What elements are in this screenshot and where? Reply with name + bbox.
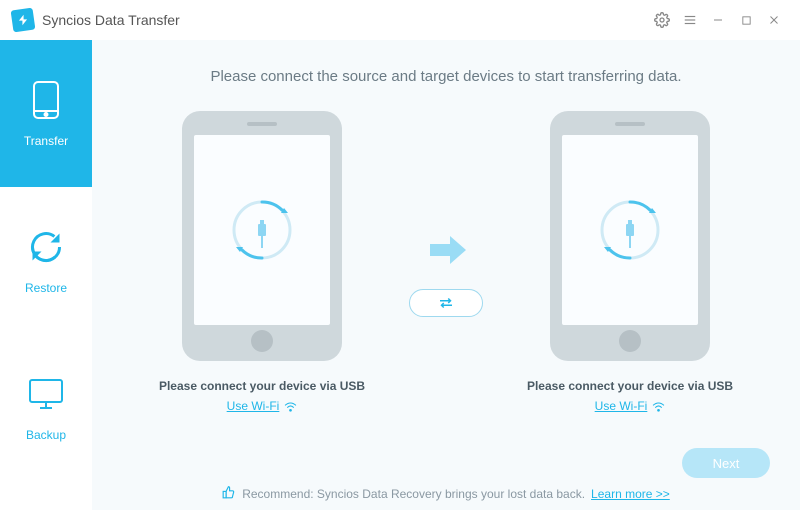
thumbs-up-icon [222, 485, 236, 502]
wifi-link-label: Use Wi-Fi [227, 399, 280, 413]
next-button-label: Next [713, 456, 740, 471]
sidebar-item-label: Transfer [24, 134, 68, 148]
source-device-column: Please connect your device via USB Use W… [147, 111, 377, 413]
refresh-icon [26, 227, 66, 267]
main-panel: Please connect the source and target dev… [92, 40, 800, 510]
app-title: Syncios Data Transfer [42, 12, 180, 28]
close-icon [768, 14, 780, 26]
transfer-arrow-icon [424, 232, 468, 273]
swap-direction-button[interactable] [409, 289, 483, 317]
app-logo [11, 8, 36, 33]
sidebar-item-backup[interactable]: Backup [0, 334, 92, 481]
sidebar-item-restore[interactable]: Restore [0, 187, 92, 334]
wifi-link-label: Use Wi-Fi [595, 399, 648, 413]
sidebar-item-transfer[interactable]: Transfer [0, 40, 92, 187]
titlebar: Syncios Data Transfer [0, 0, 800, 40]
source-connect-message: Please connect your device via USB [159, 379, 365, 393]
recommend-text: Recommend: Syncios Data Recovery brings … [242, 487, 585, 501]
settings-button[interactable] [648, 6, 676, 34]
sidebar: Transfer Restore Backup [0, 40, 92, 510]
connecting-spinner-icon [594, 194, 666, 266]
source-wifi-link[interactable]: Use Wi-Fi [227, 399, 298, 413]
swap-icon [437, 296, 455, 310]
minimize-icon [712, 14, 724, 26]
target-wifi-link[interactable]: Use Wi-Fi [595, 399, 666, 413]
learn-more-link[interactable]: Learn more >> [591, 487, 670, 501]
source-phone-placeholder [182, 111, 342, 361]
target-connect-message: Please connect your device via USB [527, 379, 733, 393]
close-button[interactable] [760, 6, 788, 34]
monitor-icon [26, 374, 66, 414]
wifi-icon [284, 401, 297, 412]
next-button[interactable]: Next [682, 448, 770, 478]
maximize-button[interactable] [732, 6, 760, 34]
minimize-button[interactable] [704, 6, 732, 34]
wifi-icon [652, 401, 665, 412]
headline-text: Please connect the source and target dev… [92, 68, 800, 85]
target-device-column: Please connect your device via USB Use W… [515, 111, 745, 413]
phone-icon [26, 80, 66, 120]
menu-icon [683, 13, 697, 27]
target-phone-placeholder [550, 111, 710, 361]
menu-button[interactable] [676, 6, 704, 34]
sidebar-item-label: Backup [26, 428, 66, 442]
connecting-spinner-icon [226, 194, 298, 266]
maximize-icon [741, 15, 752, 26]
footer-recommend: Recommend: Syncios Data Recovery brings … [92, 485, 800, 502]
sidebar-item-label: Restore [25, 281, 67, 295]
gear-icon [654, 12, 670, 28]
